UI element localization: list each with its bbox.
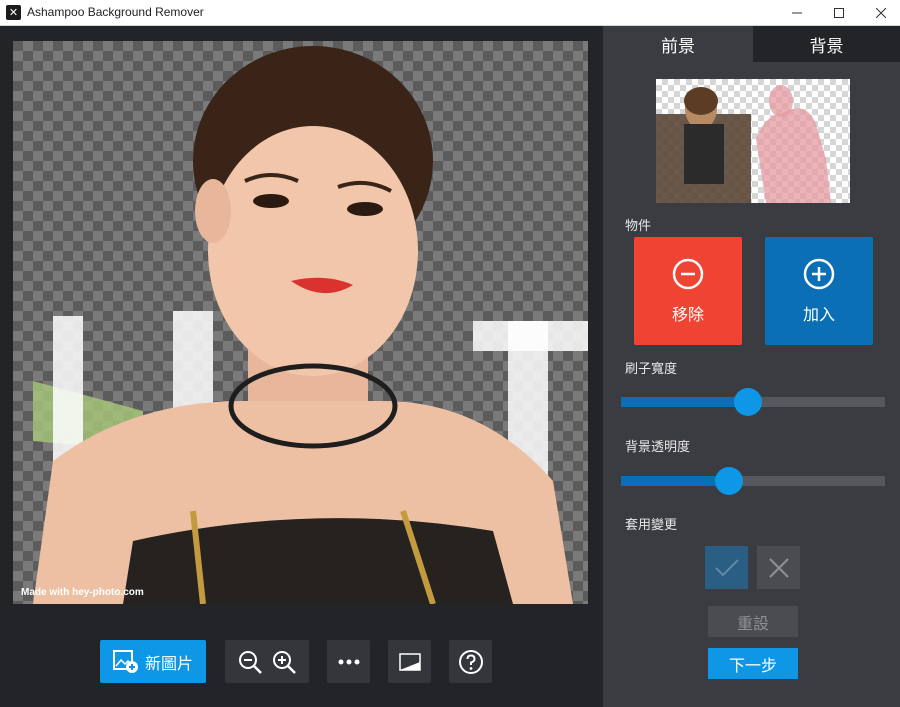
brush-width-label: 刷子寬度 (625, 362, 678, 377)
tab-foreground[interactable]: 前景 (603, 26, 753, 62)
discard-button[interactable] (757, 546, 800, 589)
watermark-text: Made with hey-photo.com (21, 587, 144, 598)
help-button[interactable] (449, 640, 492, 683)
close-button[interactable] (858, 0, 900, 26)
add-label: 加入 (802, 305, 835, 324)
reset-button[interactable]: 重設 (708, 606, 798, 637)
apply-button[interactable] (705, 546, 748, 589)
minimize-icon (792, 12, 802, 14)
remove-label: 移除 (671, 305, 704, 324)
maximize-icon (834, 8, 844, 18)
window-title: Ashampoo Background Remover (27, 5, 204, 19)
new-image-button[interactable]: 新圖片 (100, 640, 206, 683)
new-image-label: 新圖片 (144, 653, 193, 673)
preview-thumbnail (656, 79, 850, 203)
plus-circle-icon (803, 258, 835, 290)
bottom-toolbar: 新圖片 (0, 640, 603, 700)
new-image-icon (112, 649, 138, 673)
zoom-controls (225, 640, 309, 683)
maximize-button[interactable] (816, 0, 862, 26)
object-label: 物件 (625, 219, 652, 234)
bg-opacity-label: 背景透明度 (625, 440, 691, 455)
remove-button[interactable]: 移除 (634, 237, 742, 345)
zoom-in-icon[interactable] (271, 649, 297, 675)
compare-button[interactable] (388, 640, 431, 683)
bg-opacity-slider[interactable] (621, 467, 885, 495)
bg-opacity-slider-fill (621, 476, 730, 486)
brush-width-slider[interactable] (621, 388, 885, 416)
help-icon (458, 649, 483, 674)
minus-circle-icon (672, 258, 704, 290)
app-window: ✕ Ashampoo Background Remover Made with … (0, 0, 900, 707)
canvas-area: Made with hey-photo.com 新圖片 (0, 26, 603, 707)
title-bar: ✕ Ashampoo Background Remover (0, 0, 900, 26)
subject-photo (33, 46, 573, 604)
check-icon (714, 558, 739, 576)
more-button[interactable] (327, 640, 370, 683)
close-icon (876, 8, 886, 18)
next-step-button[interactable]: 下一步 (708, 648, 798, 679)
brush-width-slider-thumb[interactable] (733, 388, 762, 416)
tab-bar: 前景 背景 (603, 26, 900, 62)
x-icon (768, 557, 789, 578)
app-icon: ✕ (6, 5, 21, 20)
settings-panel: 前景 背景 物件 移除 加入 刷子寬度 背景透明度 套用變更 重設 下一步 (603, 26, 900, 707)
brush-width-slider-fill (621, 397, 748, 407)
compare-icon (398, 652, 421, 671)
preview-image (656, 85, 831, 203)
apply-changes-label: 套用變更 (625, 518, 678, 533)
zoom-out-icon[interactable] (237, 649, 263, 675)
minimize-button[interactable] (774, 0, 820, 26)
bg-opacity-slider-thumb[interactable] (715, 467, 744, 495)
more-icon (338, 659, 359, 664)
image-canvas[interactable]: Made with hey-photo.com (13, 41, 588, 604)
add-button[interactable]: 加入 (765, 237, 873, 345)
tab-background[interactable]: 背景 (753, 26, 900, 62)
